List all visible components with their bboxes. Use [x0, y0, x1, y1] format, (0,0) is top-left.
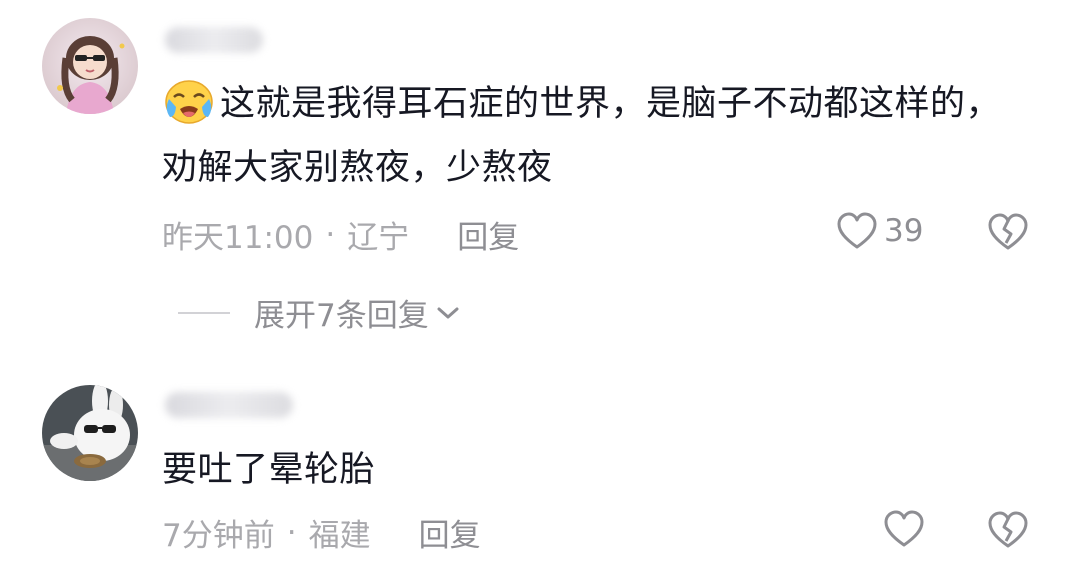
broken-heart-icon	[988, 213, 1028, 250]
expand-replies-label: 展开7条回复	[254, 298, 429, 334]
expand-replies-button[interactable]: 展开7条回复	[178, 290, 461, 335]
comment-item: 这就是我得耳石症的世界，是脑子不动都这样的，劝解大家别熬夜，少熬夜 昨天11:0…	[0, 0, 1079, 360]
white-rabbit-sunglasses-avatar-icon[interactable]	[42, 385, 138, 481]
username-blurred[interactable]	[165, 27, 263, 53]
heart-icon	[837, 212, 877, 249]
anime-girl-avatar-icon[interactable]	[42, 18, 138, 114]
comment-text: 要吐了晕轮胎	[162, 438, 1022, 502]
reply-button[interactable]: 回复	[457, 212, 519, 257]
comment-body: 要吐了晕轮胎	[162, 450, 376, 490]
dislike-button[interactable]	[987, 212, 1029, 256]
reply-button[interactable]: 回复	[419, 510, 481, 555]
username-blurred[interactable]	[165, 392, 293, 418]
comment-text: 这就是我得耳石症的世界，是脑子不动都这样的，劝解大家别熬夜，少熬夜	[162, 72, 1022, 200]
broken-heart-icon	[988, 511, 1028, 548]
comment-item: 要吐了晕轮胎 7分钟前 · 福建 回复	[0, 380, 1079, 573]
timestamp: 昨天11:00	[162, 220, 314, 256]
like-count: 39	[884, 213, 924, 249]
comment-body: 这就是我得耳石症的世界，是脑子不动都这样的，劝解大家别熬夜，少熬夜	[162, 84, 1002, 188]
loudly-crying-face-emoji	[162, 73, 216, 127]
timestamp: 7分钟前	[162, 518, 275, 554]
separator: ·	[286, 514, 297, 551]
separator: ·	[325, 216, 336, 253]
location: 辽宁	[347, 220, 410, 256]
heart-icon	[884, 510, 924, 547]
divider-line	[178, 311, 230, 314]
dislike-button[interactable]	[987, 510, 1029, 554]
location: 福建	[308, 518, 371, 554]
comment-meta: 昨天11:00 · 辽宁 回复	[162, 212, 519, 257]
chevron-down-icon	[437, 307, 459, 318]
like-button[interactable]: 39	[836, 211, 923, 251]
comment-meta: 7分钟前 · 福建 回复	[162, 510, 481, 555]
like-button[interactable]	[883, 509, 925, 549]
